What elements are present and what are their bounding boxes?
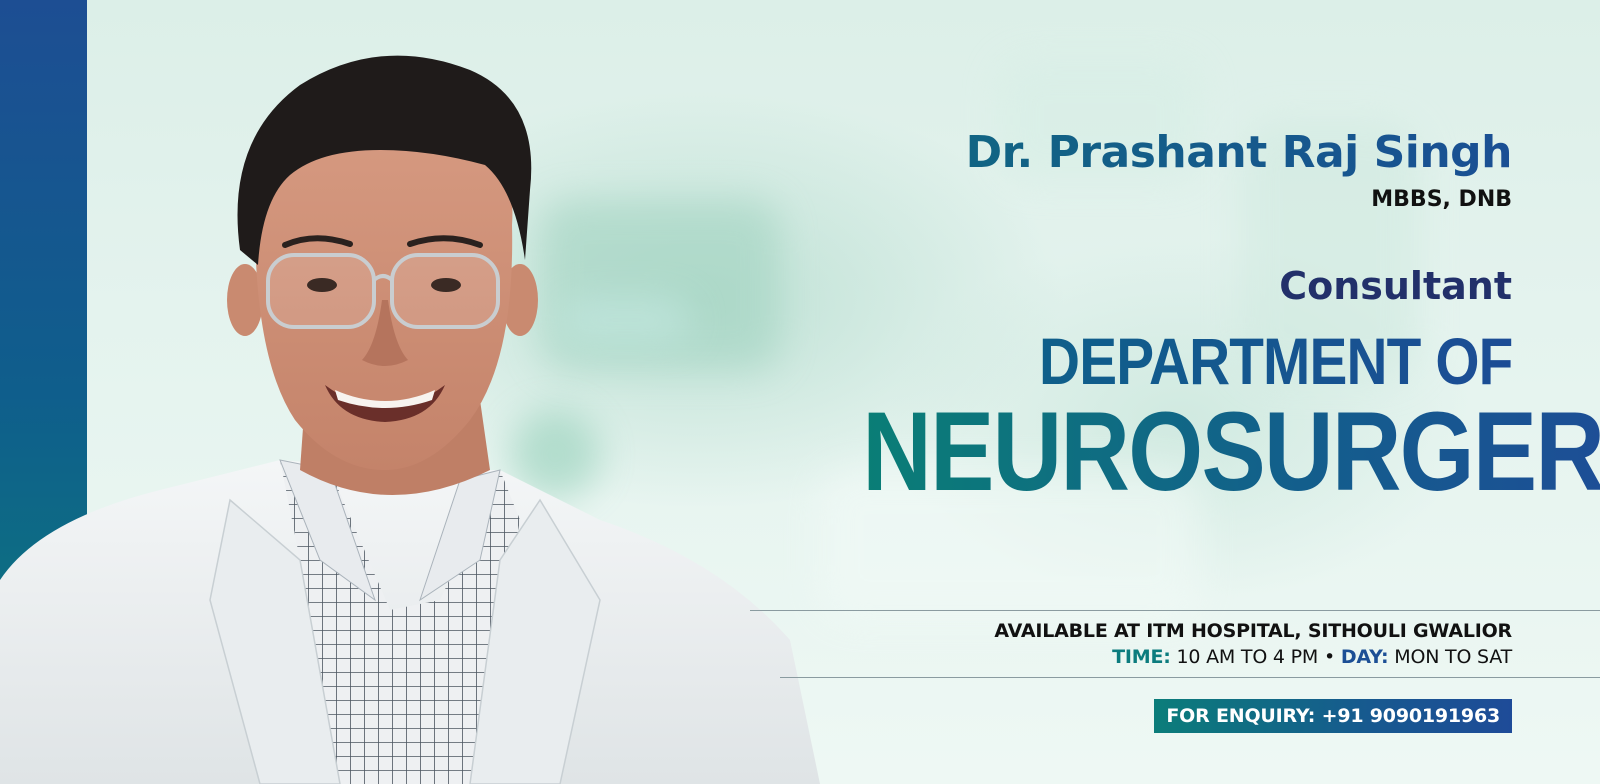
divider-bottom [780, 677, 1600, 678]
time-value: 10 AM TO 4 PM [1176, 646, 1319, 668]
enquiry-badge: FOR ENQUIRY: +91 9090191963 [1154, 699, 1512, 733]
department-heading: DEPARTMENT OF [1038, 323, 1513, 398]
day-value: MON TO SAT [1394, 646, 1512, 668]
time-label: TIME: [1112, 646, 1171, 668]
availability-location: AVAILABLE AT ITM HOSPITAL, SITHOULI GWAL… [994, 620, 1512, 642]
doctor-name: Dr. Prashant Raj Singh [732, 127, 1513, 179]
doctor-portrait [0, 0, 820, 784]
department-name: NEUROSURGERY [862, 395, 1600, 508]
doctor-role: Consultant [1279, 263, 1512, 308]
separator-dot: • [1323, 646, 1335, 668]
doctor-banner: Dr. Prashant Raj Singh MBBS, DNB Consult… [0, 0, 1600, 784]
day-label: DAY: [1340, 646, 1389, 668]
doctor-info-block: Dr. Prashant Raj Singh MBBS, DNB Consult… [732, 127, 1600, 508]
availability-block: AVAILABLE AT ITM HOSPITAL, SITHOULI GWAL… [994, 620, 1512, 668]
divider-top [750, 610, 1600, 611]
doctor-degree: MBBS, DNB [1371, 186, 1512, 212]
schedule-line: TIME: 10 AM TO 4 PM • DAY: MON TO SAT [994, 646, 1512, 668]
